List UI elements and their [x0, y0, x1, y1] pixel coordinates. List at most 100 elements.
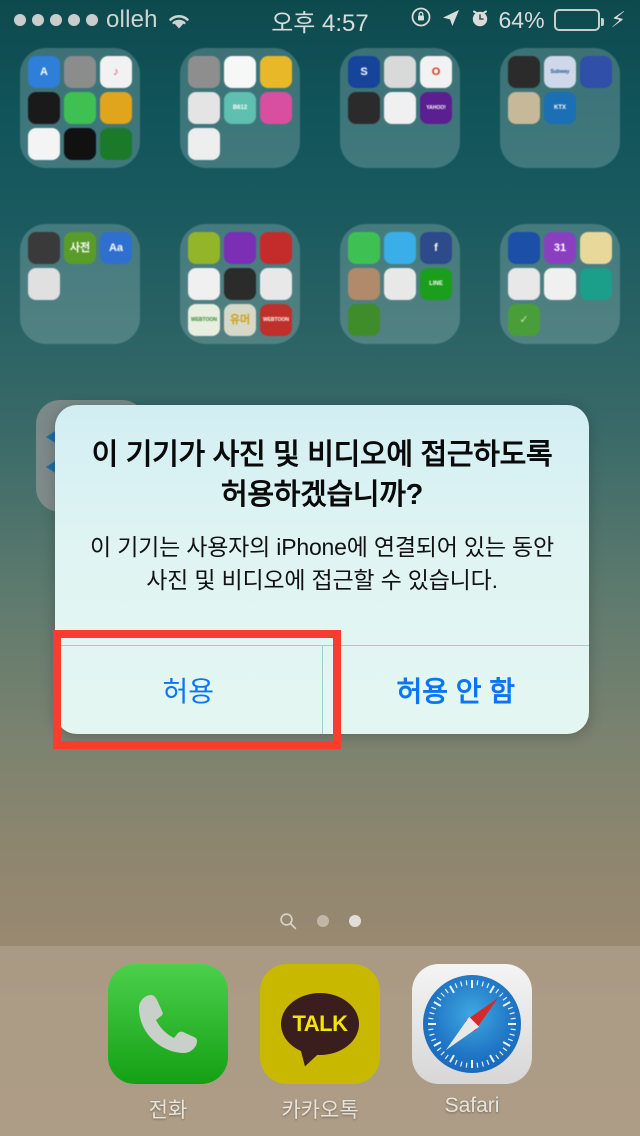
folder-camera[interactable]: B612 — [180, 48, 300, 168]
folder-entertainment[interactable]: WEBTOON 유머 WEBTOON — [180, 224, 300, 344]
photos-app-icon[interactable] — [224, 56, 256, 88]
safari-compass-icon[interactable] — [412, 964, 532, 1084]
contacts-app-icon[interactable] — [580, 268, 612, 300]
empty-slot — [544, 128, 576, 160]
ads-app-icon[interactable] — [544, 268, 576, 300]
app-mini-label: S — [360, 65, 368, 78]
home-grid-cell: 사전 Aa — [0, 224, 160, 400]
empty-slot — [420, 128, 452, 160]
camera-app-icon[interactable] — [188, 56, 220, 88]
folder-audio[interactable]: 사전 Aa — [20, 224, 140, 344]
alarm-clock-icon — [470, 7, 490, 34]
cloud-app-icon[interactable] — [508, 232, 540, 264]
dock-app-label: 카카오톡 — [281, 1099, 359, 1122]
dock-app-safari-compass[interactable]: Safari — [412, 964, 532, 1118]
alert-body: 이 기기가 사진 및 비디오에 접근하도록 허용하겠습니까? 이 기기는 사용자… — [55, 405, 589, 596]
calendar-app-icon[interactable]: 31 — [544, 232, 576, 264]
speaker-app-icon[interactable] — [28, 232, 60, 264]
stripes-app-icon[interactable] — [384, 92, 416, 124]
facebook-app-icon[interactable]: f — [420, 232, 452, 264]
folder-transit[interactable]: Subway KTX — [500, 48, 620, 168]
keypad-app-icon[interactable] — [348, 92, 380, 124]
yahoo-weather-app-icon[interactable]: YAHOO! — [420, 92, 452, 124]
voice-memo-app-icon[interactable] — [28, 268, 60, 300]
empty-slot — [580, 128, 612, 160]
ktx-app-icon[interactable]: KTX — [544, 92, 576, 124]
music-app-icon[interactable]: ♪ — [100, 56, 132, 88]
instagram-app-icon[interactable] — [348, 268, 380, 300]
messenger-app-icon[interactable] — [384, 268, 416, 300]
empty-slot — [544, 304, 576, 336]
empty-slot — [100, 304, 132, 336]
player-app-icon[interactable] — [224, 232, 256, 264]
settings-app-icon[interactable] — [64, 56, 96, 88]
location-arrow-icon — [441, 7, 461, 34]
messages-app-icon[interactable] — [348, 232, 380, 264]
empty-slot — [580, 304, 612, 336]
webtoon-green-app-icon[interactable]: WEBTOON — [188, 304, 220, 336]
ring-cam-app-icon[interactable] — [260, 56, 292, 88]
search-icon[interactable] — [279, 912, 297, 930]
humor-app-icon[interactable]: 유머 — [224, 304, 256, 336]
dictionary-app-icon[interactable]: 사전 — [64, 232, 96, 264]
home-grid-cell: S O YAHOO! — [320, 48, 480, 224]
mars-app-icon[interactable] — [188, 232, 220, 264]
translate-app-icon[interactable]: Aa — [100, 232, 132, 264]
clock-time: 오후 4:57 — [271, 9, 369, 37]
home-grid-cell: B612 — [160, 48, 320, 224]
green-app-app-icon[interactable] — [348, 304, 380, 336]
allow-button[interactable]: 허용 — [55, 646, 322, 734]
wallet-app-icon[interactable] — [28, 92, 60, 124]
empty-slot — [64, 268, 96, 300]
folder-finance[interactable]: S O YAHOO! — [340, 48, 460, 168]
alert-message: 이 기기는 사용자의 iPhone에 연결되어 있는 동안 사진 및 비디오에 … — [90, 534, 554, 593]
youtube-app-icon[interactable] — [260, 268, 292, 300]
house-app-icon[interactable] — [384, 56, 416, 88]
home-grid-cell: WEBTOON 유머 WEBTOON — [160, 224, 320, 400]
eyes-app-icon[interactable] — [224, 268, 256, 300]
dont-allow-button[interactable]: 허용 안 함 — [321, 646, 590, 734]
line-app-icon[interactable]: LINE — [420, 268, 452, 300]
page-dot-1[interactable] — [317, 915, 329, 927]
check-app-icon[interactable]: ✓ — [508, 304, 540, 336]
appstore-app-icon[interactable]: A — [28, 56, 60, 88]
red-cn-app-icon[interactable] — [260, 232, 292, 264]
folder-utilities[interactable]: A ♪ — [20, 48, 140, 168]
facetime-app-icon[interactable] — [64, 92, 96, 124]
photos-app-icon[interactable] — [28, 128, 60, 160]
green-disc-app-icon[interactable] — [100, 128, 132, 160]
bank-app-icon[interactable]: S — [348, 56, 380, 88]
folder-productivity[interactable]: 31 ✓ — [500, 224, 620, 344]
dock-app-phone[interactable]: 전화 — [108, 964, 228, 1124]
retro-cam-app-icon[interactable] — [188, 92, 220, 124]
app-mini-label: O — [431, 65, 441, 78]
mail-app-icon[interactable] — [384, 232, 416, 264]
app-mini-label: WEBTOON — [262, 316, 290, 323]
b612-app-icon[interactable]: B612 — [224, 92, 256, 124]
kakaotalk-icon[interactable]: TALK — [260, 964, 380, 1084]
dock-app-kakaotalk[interactable]: TALK 카카오톡 — [260, 964, 380, 1124]
train-app-icon[interactable] — [508, 92, 540, 124]
play-app-icon[interactable] — [188, 268, 220, 300]
folder-social[interactable]: f LINE — [340, 224, 460, 344]
blue-blob-app-icon[interactable] — [188, 128, 220, 160]
webtoon-red-app-icon[interactable]: WEBTOON — [260, 304, 292, 336]
dock-app-label: Safari — [444, 1094, 500, 1117]
clock-app-icon[interactable] — [64, 128, 96, 160]
app-mini-label: KTX — [554, 105, 566, 111]
map-pin-app-icon[interactable] — [580, 56, 612, 88]
tips-app-icon[interactable] — [100, 92, 132, 124]
app-mini-label: ♪ — [113, 65, 119, 78]
app-mini-label: Aa — [108, 241, 124, 254]
notes-app-icon[interactable] — [580, 232, 612, 264]
app-mini-label: LINE — [429, 281, 443, 287]
phone-icon[interactable] — [108, 964, 228, 1084]
rotation-lock-icon — [410, 6, 432, 34]
o-app-app-icon[interactable]: O — [420, 56, 452, 88]
page-dot-2[interactable] — [349, 915, 361, 927]
subway-map-app-icon[interactable] — [508, 56, 540, 88]
red-dots-app-icon[interactable] — [508, 268, 540, 300]
empty-slot — [384, 128, 416, 160]
magic-wand-app-icon[interactable] — [260, 92, 292, 124]
subway-app-icon[interactable]: Subway — [544, 56, 576, 88]
